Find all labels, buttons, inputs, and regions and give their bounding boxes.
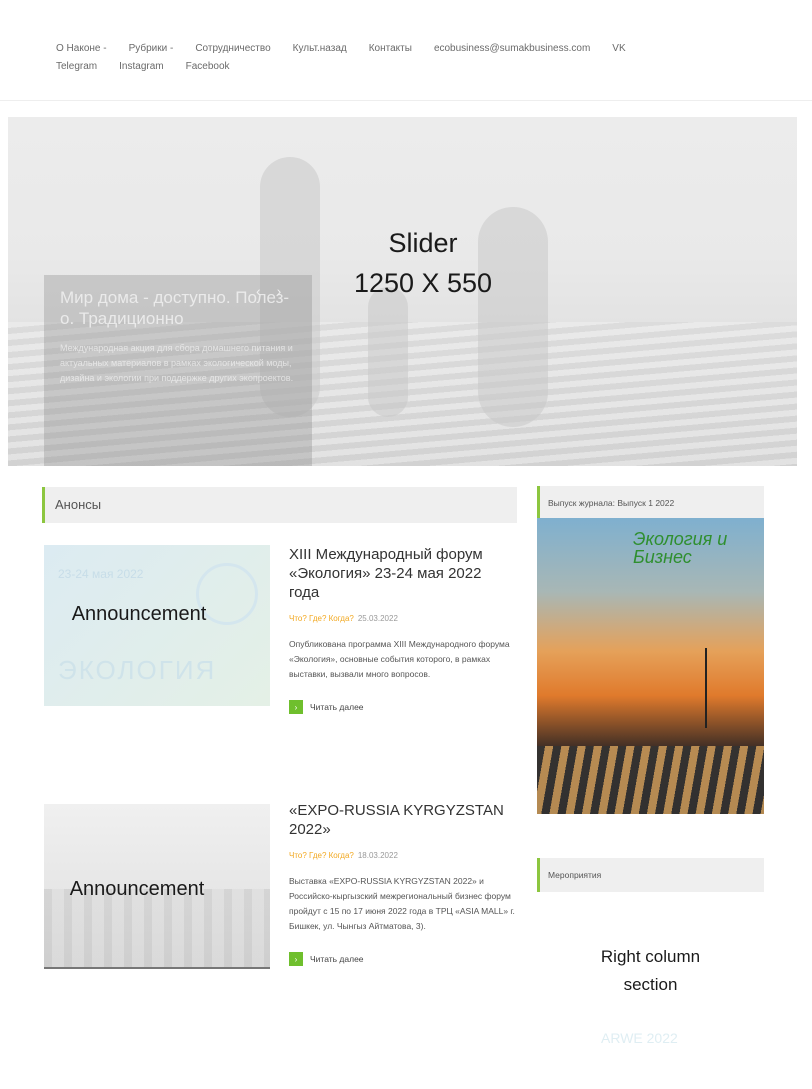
nav-item-culture[interactable]: Культ.назад bbox=[293, 40, 347, 58]
announcement-placeholder: Announcement bbox=[69, 878, 205, 900]
slider-placeholder-line1: Slider bbox=[388, 228, 458, 258]
read-more-link[interactable]: › Читать далее bbox=[289, 952, 515, 966]
right-column-placeholder: Right column section bbox=[537, 943, 764, 999]
announcement-meta: Что? Где? Когда? 25.03.2022 bbox=[289, 614, 515, 623]
magazine-heading: Выпуск журнала: Выпуск 1 2022 bbox=[537, 486, 764, 520]
read-more-label: Читать далее bbox=[310, 702, 364, 712]
meta-label[interactable]: Что? Где? Когда? bbox=[289, 614, 354, 623]
announcement-title[interactable]: XIII Международный форум «Экология» 23-2… bbox=[289, 545, 515, 602]
nav-item-instagram[interactable]: Instagram bbox=[119, 58, 163, 76]
solar-panels-image bbox=[537, 746, 764, 814]
nav-item-facebook[interactable]: Facebook bbox=[186, 58, 230, 76]
nav-item-telegram[interactable]: Telegram bbox=[56, 58, 97, 76]
announcements-heading: Анонсы bbox=[42, 487, 517, 523]
slider-arrows: ‹› bbox=[256, 283, 297, 299]
slider-figure-child bbox=[368, 287, 408, 417]
announcement-post-2: «EXPO-RUSSIA KYRGYZSTAN 2022» Что? Где? … bbox=[289, 801, 515, 966]
announcement-date: 18.03.2022 bbox=[357, 851, 398, 860]
announcement-excerpt: Выставка «EXPO-RUSSIA KYRGYZSTAN 2022» и… bbox=[289, 876, 515, 931]
hero-slider[interactable]: Мир дома - доступно. Полез-о. Традиционн… bbox=[8, 117, 797, 466]
right-column-faint-text: ARWE 2022 bbox=[601, 1030, 678, 1046]
top-bar: О Наконе - Рубрики - Сотрудничество Куль… bbox=[0, 0, 812, 101]
read-more-link[interactable]: › Читать далее bbox=[289, 700, 515, 714]
nav-row-2: Telegram Instagram Facebook bbox=[56, 58, 776, 76]
announcement-date: 25.03.2022 bbox=[357, 614, 398, 623]
announcement-placeholder: Announcement bbox=[71, 603, 207, 625]
slider-next-icon[interactable]: › bbox=[277, 283, 298, 299]
announcement-thumb-1[interactable]: 23-24 мая 2022 ЭКОЛОГИЯ Announcement bbox=[44, 545, 270, 706]
meta-label[interactable]: Что? Где? Когда? bbox=[289, 851, 354, 860]
nav-item-contacts[interactable]: Контакты bbox=[369, 40, 412, 58]
thumb-brand: ЭКОЛОГИЯ bbox=[58, 655, 217, 685]
right-placeholder-line2: section bbox=[623, 975, 678, 994]
slider-placeholder: Slider 1250 X 550 bbox=[308, 223, 538, 303]
nav-item-cooperation[interactable]: Сотрудничество bbox=[195, 40, 270, 58]
arrow-right-icon: › bbox=[289, 952, 303, 966]
slider-caption: Мир дома - доступно. Полез-о. Традиционн… bbox=[44, 275, 312, 466]
main-nav: О Наконе - Рубрики - Сотрудничество Куль… bbox=[56, 40, 776, 76]
announcement-excerpt: Опубликована программа XIII Международно… bbox=[289, 639, 510, 679]
thumb-date: 23-24 мая 2022 bbox=[58, 567, 144, 581]
magazine-cover[interactable]: Экология и Бизнес bbox=[537, 518, 764, 814]
slider-caption-text: Международная акция для сбора домашнего … bbox=[60, 343, 294, 383]
nav-item-about[interactable]: О Наконе - bbox=[56, 40, 107, 58]
nav-item-vk[interactable]: VK bbox=[612, 40, 625, 58]
nav-row-1: О Наконе - Рубрики - Сотрудничество Куль… bbox=[56, 40, 776, 58]
announcement-post-1: XIII Международный форум «Экология» 23-2… bbox=[289, 545, 515, 714]
announcement-meta: Что? Где? Когда? 18.03.2022 bbox=[289, 851, 515, 860]
right-placeholder-line1: Right column bbox=[600, 947, 701, 966]
events-heading: Мероприятия bbox=[537, 858, 764, 892]
slider-prev-icon[interactable]: ‹ bbox=[256, 283, 277, 299]
announcement-thumb-2[interactable]: Announcement bbox=[44, 804, 270, 969]
announcement-title[interactable]: «EXPO-RUSSIA KYRGYZSTAN 2022» bbox=[289, 801, 515, 839]
magazine-logo: Экология и Бизнес bbox=[633, 529, 728, 567]
nav-item-rubrics[interactable]: Рубрики - bbox=[129, 40, 174, 58]
right-column-section[interactable]: Right column section ARWE 2022 bbox=[537, 905, 764, 1085]
wind-turbine-image bbox=[705, 648, 707, 728]
arrow-right-icon: › bbox=[289, 700, 303, 714]
read-more-label: Читать далее bbox=[310, 954, 364, 964]
nav-item-email[interactable]: ecobusiness@sumakbusiness.com bbox=[434, 40, 590, 58]
slider-placeholder-line2: 1250 X 550 bbox=[353, 268, 493, 298]
